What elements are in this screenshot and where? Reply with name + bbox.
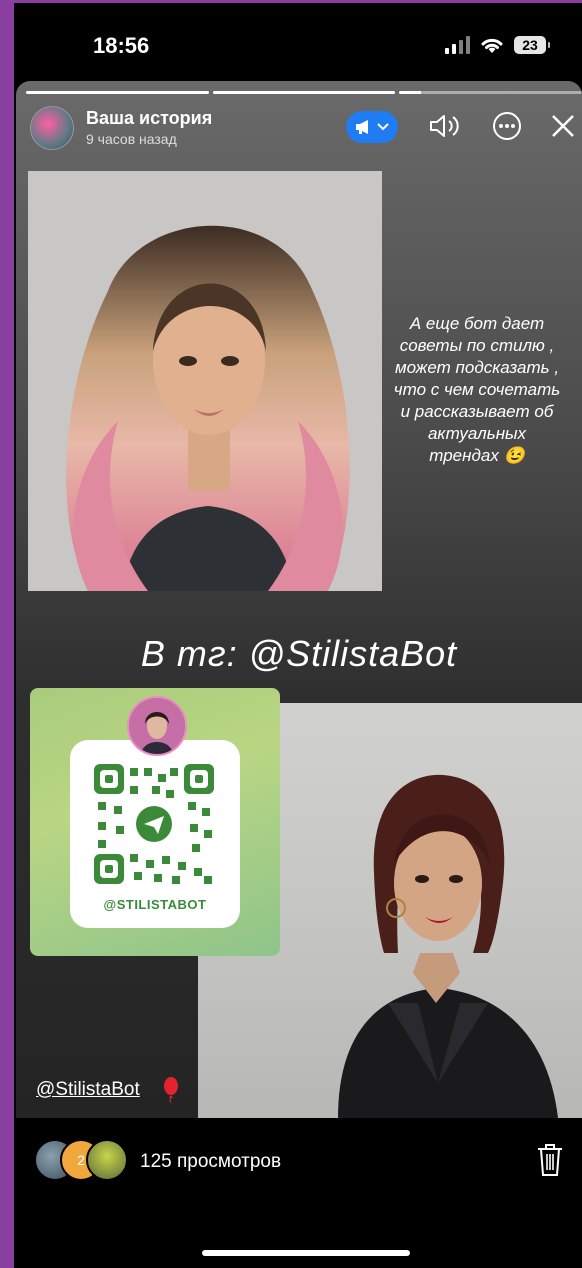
home-indicator[interactable] [202, 1250, 410, 1256]
signal-icon [445, 36, 470, 54]
progress-segment [212, 91, 396, 94]
progress-segment [26, 91, 209, 94]
close-icon [552, 115, 574, 137]
trash-icon[interactable] [536, 1143, 564, 1177]
status-time: 18:56 [93, 33, 150, 58]
promote-button[interactable] [346, 111, 398, 143]
bot-title-text: В тг: @StilistaBot [140, 633, 458, 674]
close-button[interactable] [546, 109, 580, 143]
status-icons: 23 [445, 36, 550, 54]
story-username[interactable]: Ваша история [86, 108, 212, 129]
story-progress [26, 91, 582, 94]
story-card[interactable]: Ваша история 9 часов назад А еще бот дае… [16, 81, 582, 1118]
qr-username-label: @STILISTABOT [103, 897, 207, 912]
qr-panel: @STILISTABOT [70, 740, 240, 928]
story-photo-hair [28, 171, 382, 591]
avatar[interactable] [30, 106, 74, 150]
portrait-illustration [28, 171, 382, 591]
megaphone-icon [356, 120, 368, 134]
more-button[interactable] [490, 109, 524, 143]
battery-icon: 23 [514, 36, 550, 54]
viewer-avatars[interactable]: 2 [34, 1139, 130, 1181]
speaker-icon [430, 115, 459, 137]
story-caption: А еще бот дает советы по стилю , может п… [393, 314, 561, 465]
balloon-icon [164, 1077, 178, 1103]
phone-screen: 18:56 23 Ваша история 9 часов назад А ещ… [14, 3, 582, 1268]
qr-code-icon [94, 764, 214, 884]
wifi-icon [481, 38, 503, 53]
more-icon [493, 112, 521, 140]
telegram-qr-card[interactable]: @STILISTABOT [30, 688, 280, 956]
sound-button[interactable] [428, 109, 462, 143]
chevron-down-icon [377, 123, 389, 131]
viewer-avatar [86, 1139, 128, 1181]
mention-sticker[interactable]: @StilistaBot [36, 1079, 140, 1101]
progress-segment [399, 91, 582, 94]
bot-avatar [127, 696, 187, 756]
views-count[interactable]: 125 просмотров [140, 1151, 281, 1173]
story-timestamp: 9 часов назад [86, 131, 177, 147]
